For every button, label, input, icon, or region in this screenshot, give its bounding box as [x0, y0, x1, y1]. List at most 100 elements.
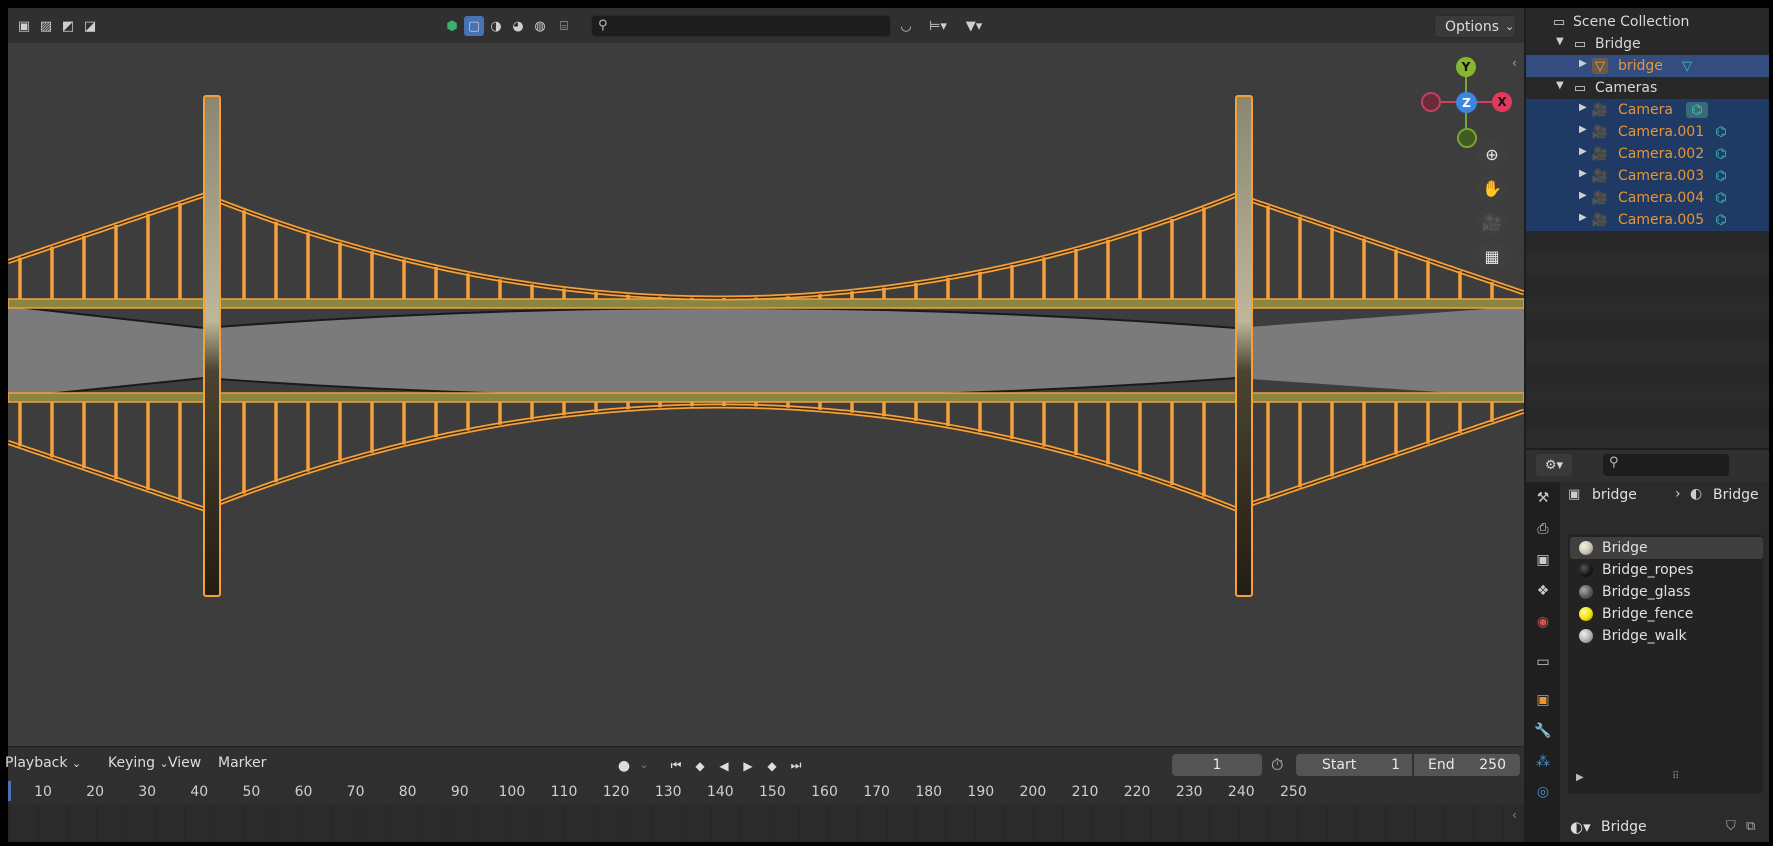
properties-search-input[interactable]: ⚲ [1603, 454, 1729, 476]
select-mode-extend-icon[interactable]: ▨ [36, 16, 56, 36]
next-keyframe-icon[interactable]: ◆ [762, 756, 782, 775]
timeline-sidebar-chevron-icon[interactable]: ‹ [1512, 808, 1517, 822]
camera-view-icon[interactable]: 🎥 [1477, 207, 1507, 237]
expand-arrow-icon[interactable]: ▶ [1579, 146, 1587, 157]
jump-start-icon[interactable]: ⏮ [666, 756, 686, 775]
playback-menu[interactable]: Playback ⌄ [5, 755, 81, 771]
expand-arrow-icon[interactable]: ▶ [1579, 190, 1587, 201]
shading-material-icon[interactable]: ◕ [508, 16, 528, 36]
duplicate-material-icon[interactable]: ⧉ [1746, 819, 1755, 834]
marker-menu[interactable]: Marker [218, 755, 266, 771]
shading-solid-icon[interactable]: ◑ [486, 16, 506, 36]
material-browse-icon[interactable]: ◐▾ [1570, 818, 1591, 836]
material-slot-bridge[interactable]: Bridge [1570, 537, 1763, 559]
collection-box-icon: ▭ [1552, 14, 1566, 30]
frame-tick-label: 50 [242, 784, 261, 800]
gizmo-y-axis[interactable]: Y [1456, 57, 1476, 77]
keying-menu[interactable]: Keying ⌄ [108, 755, 169, 771]
zoom-icon[interactable]: ⊕ [1477, 139, 1507, 169]
pan-hand-icon[interactable]: ✋ [1477, 173, 1507, 203]
editor-type-dropdown-icon[interactable]: ⚙▾ [1536, 454, 1572, 476]
material-icon: ◐ [1690, 486, 1703, 502]
collection-tab-icon[interactable]: ▭ [1533, 652, 1553, 672]
sidebar-toggle-chevron-icon[interactable]: ‹ [1512, 56, 1517, 70]
current-frame-field[interactable]: 1 [1172, 754, 1262, 776]
gizmo-x-axis[interactable]: X [1492, 92, 1512, 112]
gizmo-neg-y-axis[interactable] [1457, 128, 1477, 148]
select-mode-subtract-icon[interactable]: ◩ [58, 16, 78, 36]
outliner[interactable]: ▭ Scene Collection ▼ ▭ Bridge ▶ ▽ bridge… [1526, 8, 1769, 448]
material-selector[interactable]: ◐▾ Bridge ⛉ ⧉ [1560, 814, 1769, 842]
particles-tab-icon[interactable]: ⁂ [1533, 752, 1553, 772]
end-frame-field[interactable]: End 250 [1414, 754, 1520, 776]
frame-ruler[interactable]: 10 20 30 40 50 60 70 80 90 100 110 120 130 140 150 160 1… [8, 779, 1524, 804]
properties-editor[interactable]: ⚙▾ ⚲ ⚒ ⎙ ▣ ❖ ◉ ▭ ▣ 🔧 ⁂ ◎ ▣ bridge › ◐ Br… [1526, 450, 1769, 842]
options-dropdown[interactable]: Options ⌄ [1434, 15, 1516, 38]
shading-rendered-icon[interactable]: ◍ [530, 16, 550, 36]
overlay-toggle-icon[interactable]: ◡ [896, 16, 916, 36]
outliner-camera[interactable]: ▶ 🎥 Camera ⌬ [1526, 99, 1769, 121]
material-slot-bridge-glass[interactable]: Bridge_glass [1570, 581, 1763, 603]
render-tab-icon[interactable]: ⎙ [1533, 519, 1553, 539]
frame-tick-label: 130 [654, 784, 682, 800]
expand-arrow-icon[interactable]: ▶ [1579, 102, 1587, 113]
world-tab-icon[interactable]: ◉ [1533, 612, 1553, 632]
ortho-grid-icon[interactable]: ▦ [1477, 241, 1507, 271]
tool-tab-icon[interactable]: ⚒ [1533, 488, 1553, 508]
timeline-editor[interactable]: Playback ⌄ Keying ⌄ View Marker ● ⌄ ⏮ ◆ … [5, 746, 1524, 842]
outliner-camera-003[interactable]: ▶ 🎥 Camera.003 ⌬ [1526, 165, 1769, 187]
expand-arrow-icon[interactable]: ▶ [1576, 772, 1584, 783]
physics-tab-icon[interactable]: ◎ [1533, 782, 1553, 802]
start-frame-field[interactable]: Start 1 [1296, 754, 1412, 776]
expand-arrow-icon[interactable]: ▶ [1579, 168, 1587, 179]
bridge-model[interactable] [8, 8, 1524, 746]
play-icon[interactable]: ▶ [738, 756, 758, 775]
material-slot-bridge-ropes[interactable]: Bridge_ropes [1570, 559, 1763, 581]
play-reverse-icon[interactable]: ◀ [714, 756, 734, 775]
expand-arrow-icon[interactable]: ▼ [1556, 36, 1564, 47]
material-slot-bridge-fence[interactable]: Bridge_fence [1570, 603, 1763, 625]
modifier-tab-icon[interactable]: 🔧 [1533, 721, 1553, 741]
outliner-scene-collection[interactable]: ▭ Scene Collection [1526, 11, 1769, 33]
stopwatch-icon[interactable]: ⏱ [1271, 755, 1283, 775]
filter-icon[interactable]: ▼▾ [958, 16, 990, 36]
outliner-camera-004[interactable]: ▶ 🎥 Camera.004 ⌬ [1526, 187, 1769, 209]
object-tab-icon[interactable]: ▣ [1533, 690, 1553, 710]
brush-icon[interactable]: ⌸ [554, 16, 574, 36]
viewport-search-input[interactable]: ⚲ [591, 15, 891, 37]
prev-keyframe-icon[interactable]: ◆ [690, 756, 710, 775]
gizmo-neg-x-axis[interactable] [1421, 92, 1441, 112]
outliner-camera-005[interactable]: ▶ 🎥 Camera.005 ⌬ [1526, 209, 1769, 231]
gizmo-z-axis[interactable]: Z [1456, 92, 1477, 113]
expand-arrow-icon[interactable]: ▼ [1556, 80, 1564, 91]
hierarchy-dropdown-icon[interactable]: ⊨▾ [922, 16, 954, 36]
expand-arrow-icon[interactable]: ▶ [1579, 58, 1587, 69]
expand-arrow-icon[interactable]: ▶ [1579, 212, 1587, 223]
resize-handle-icon[interactable]: ⠿ [1672, 771, 1679, 782]
keyframe-track[interactable] [8, 804, 1524, 842]
shading-wireframe-icon[interactable]: ▢ [464, 16, 484, 36]
keying-dropdown-icon[interactable]: ⌄ [634, 756, 654, 775]
outliner-collection-bridge[interactable]: ▼ ▭ Bridge [1526, 33, 1769, 55]
view-menu[interactable]: View [168, 755, 201, 771]
outliner-collection-cameras[interactable]: ▼ ▭ Cameras [1526, 77, 1769, 99]
output-tab-icon[interactable]: ▣ [1533, 550, 1553, 570]
timeline-header: Playback ⌄ Keying ⌄ View Marker ● ⌄ ⏮ ◆ … [5, 746, 1524, 779]
select-mode-intersect-icon[interactable]: ◪ [80, 16, 100, 36]
expand-arrow-icon[interactable]: ▶ [1579, 124, 1587, 135]
search-icon: ⚲ [1609, 455, 1619, 470]
3d-viewport[interactable]: ▣ ▨ ◩ ◪ ⬢ ▢ ◑ ◕ ◍ ⌸ ⚲ ◡ ⊨▾ ▼▾ Options ⌄ … [8, 8, 1524, 746]
fake-user-shield-icon[interactable]: ⛉ [1726, 819, 1736, 834]
outliner-camera-002[interactable]: ▶ 🎥 Camera.002 ⌬ [1526, 143, 1769, 165]
outliner-camera-001[interactable]: ▶ 🎥 Camera.001 ⌬ [1526, 121, 1769, 143]
object-types-icon[interactable]: ⬢ [442, 16, 462, 36]
playhead[interactable] [8, 781, 11, 801]
jump-end-icon[interactable]: ⏭ [786, 756, 806, 775]
select-mode-set-icon[interactable]: ▣ [14, 16, 34, 36]
object-icon: ▣ [1568, 487, 1581, 502]
outliner-object-bridge[interactable]: ▶ ▽ bridge ▽ [1526, 55, 1769, 77]
auto-keying-record-icon[interactable]: ● [614, 756, 634, 775]
view-layer-tab-icon[interactable]: ❖ [1533, 581, 1553, 601]
bridge-tower [203, 95, 221, 597]
material-slot-bridge-walk[interactable]: Bridge_walk [1570, 625, 1763, 647]
